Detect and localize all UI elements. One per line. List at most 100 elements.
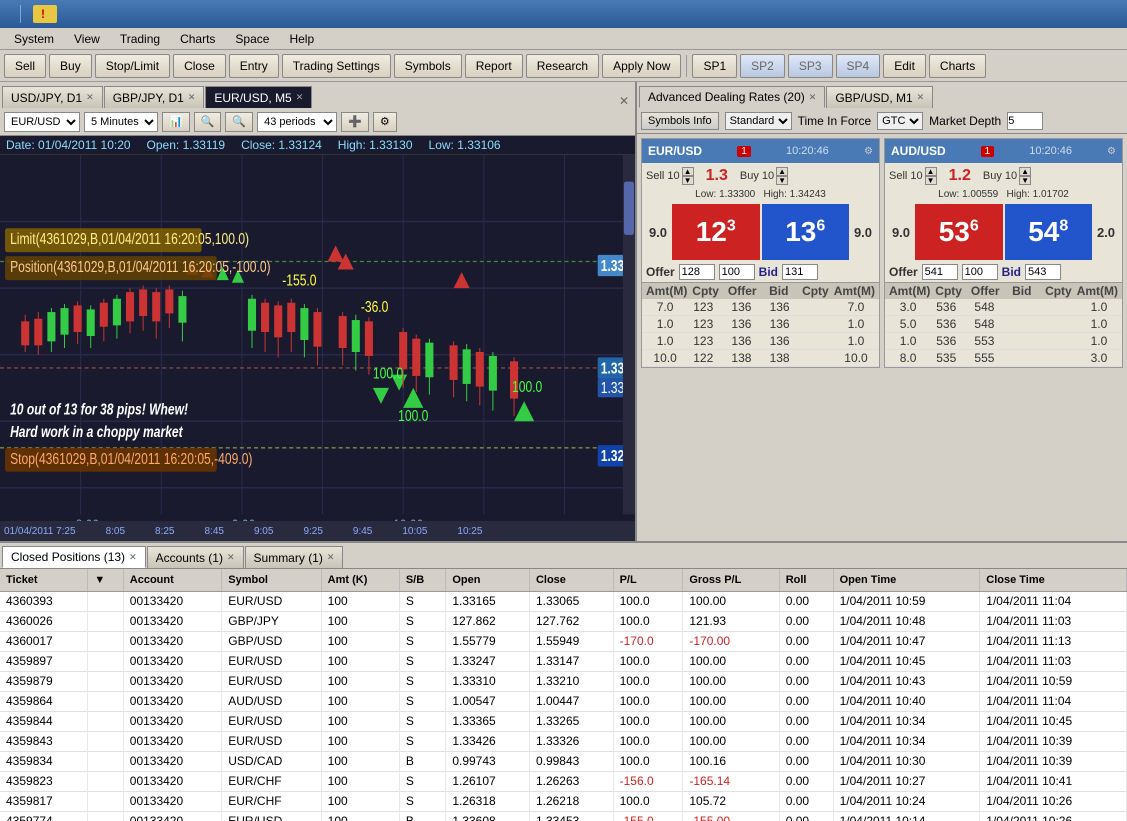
chart-type-btn[interactable]: 📊 — [162, 112, 190, 132]
menu-help[interactable]: Help — [279, 30, 324, 48]
audusd-buy-button[interactable]: 548 — [1005, 204, 1093, 260]
sp4-button[interactable]: SP4 — [836, 54, 881, 78]
close-rates-advanced[interactable]: ✕ — [809, 92, 817, 103]
col-gross-pl[interactable]: Gross P/L — [683, 569, 779, 591]
audusd-time: 10:20:46 — [1029, 145, 1072, 157]
close-rates-gbpusd[interactable]: ✕ — [917, 92, 925, 103]
gtc-select[interactable]: GTC — [877, 112, 923, 130]
col-roll[interactable]: Roll — [779, 569, 833, 591]
title-bar: ! — [0, 0, 1127, 28]
market-depth-input[interactable] — [1007, 112, 1043, 130]
table-row[interactable]: 435983400133420USD/CAD100B0.997430.99843… — [0, 751, 1127, 771]
menu-space[interactable]: Space — [225, 30, 279, 48]
table-row[interactable]: 435984400133420EUR/USD100S1.333651.33265… — [0, 711, 1127, 731]
chart-tab-gbpjpy[interactable]: GBP/JPY, D1 ✕ — [104, 86, 205, 108]
eurusd-settings-icon[interactable]: ⚙ — [864, 146, 873, 157]
tab-summary[interactable]: Summary (1) ✕ — [245, 546, 344, 568]
menu-view[interactable]: View — [64, 30, 110, 48]
col-pl[interactable]: P/L — [613, 569, 683, 591]
sp3-button[interactable]: SP3 — [788, 54, 833, 78]
close-button[interactable]: Close — [173, 54, 226, 78]
sp1-button[interactable]: SP1 — [692, 54, 737, 78]
col-account[interactable]: Account — [123, 569, 221, 591]
rates-tab-advanced[interactable]: Advanced Dealing Rates (20) ✕ — [639, 86, 825, 108]
menu-system[interactable]: System — [4, 30, 64, 48]
table-row[interactable]: 435982300133420EUR/CHF100S1.261071.26263… — [0, 771, 1127, 791]
table-row[interactable]: 435981700133420EUR/CHF100S1.263181.26218… — [0, 791, 1127, 811]
audusd-card: AUD/USD 1 10:20:46 ⚙ Sell 10 ▲ ▼ 1.2 — [884, 138, 1123, 368]
close-closed-positions-tab[interactable]: ✕ — [129, 552, 137, 563]
standard-select[interactable]: Standard — [725, 112, 792, 130]
sp2-button[interactable]: SP2 — [740, 54, 785, 78]
close-chart-usdjpy[interactable]: ✕ — [86, 92, 94, 103]
eurusd-sell-spinner[interactable]: ▲ ▼ — [682, 167, 694, 185]
table-row[interactable]: 436039300133420EUR/USD100S1.331651.33065… — [0, 591, 1127, 611]
chart-area[interactable]: 8:00 9:00 10:00 — [0, 155, 635, 541]
menu-trading[interactable]: Trading — [110, 30, 170, 48]
periods-select[interactable]: 43 periods — [257, 112, 337, 132]
research-button[interactable]: Research — [526, 54, 599, 78]
chart-config-btn[interactable]: ⚙ — [373, 112, 397, 132]
table-row[interactable]: 435977400133420EUR/USD100B1.336081.33453… — [0, 811, 1127, 821]
eurusd-depth-row: 1.01231361361.0 — [642, 316, 879, 333]
edit-button[interactable]: Edit — [883, 54, 926, 78]
audusd-settings-icon[interactable]: ⚙ — [1107, 146, 1116, 157]
timeframe-select[interactable]: 5 Minutes — [84, 112, 158, 132]
audusd-bid-input[interactable] — [1025, 264, 1061, 280]
close-accounts-tab[interactable]: ✕ — [227, 552, 235, 563]
stop-limit-button[interactable]: Stop/Limit — [95, 54, 170, 78]
col-amt[interactable]: Amt (K) — [321, 569, 399, 591]
eurusd-depth-row: 1.01231361361.0 — [642, 333, 879, 350]
close-chart-gbpjpy[interactable]: ✕ — [188, 92, 196, 103]
col-ticket[interactable]: Ticket — [0, 569, 88, 591]
svg-text:-155.0: -155.0 — [282, 272, 316, 290]
eurusd-buy-button[interactable]: 136 — [762, 204, 850, 260]
audusd-buy-spinner[interactable]: ▲ ▼ — [1019, 167, 1031, 185]
symbol-select[interactable]: EUR/USD — [4, 112, 80, 132]
tab-closed-positions[interactable]: Closed Positions (13) ✕ — [2, 546, 146, 568]
rates-tab-gbpusd[interactable]: GBP/USD, M1 ✕ — [826, 86, 933, 108]
table-row[interactable]: 435984300133420EUR/USD100S1.334261.33326… — [0, 731, 1127, 751]
sell-button[interactable]: Sell — [4, 54, 46, 78]
chart-zoom-in[interactable]: 🔍 — [194, 112, 222, 132]
col-symbol[interactable]: Symbol — [222, 569, 321, 591]
chart-close-all[interactable]: ✕ — [619, 94, 633, 108]
symbols-info-button[interactable]: Symbols Info — [641, 112, 719, 130]
col-sort[interactable]: ▼ — [88, 569, 123, 591]
buy-button[interactable]: Buy — [49, 54, 92, 78]
eurusd-offer-input[interactable] — [679, 264, 715, 280]
symbols-button[interactable]: Symbols — [394, 54, 462, 78]
charts-button[interactable]: Charts — [929, 54, 986, 78]
col-sb[interactable]: S/B — [399, 569, 445, 591]
table-row[interactable]: 436001700133420GBP/USD100S1.557791.55949… — [0, 631, 1127, 651]
entry-button[interactable]: Entry — [229, 54, 279, 78]
table-row[interactable]: 435986400133420AUD/USD100S1.005471.00447… — [0, 691, 1127, 711]
chart-add-btn[interactable]: ➕ — [341, 112, 369, 132]
menu-charts[interactable]: Charts — [170, 30, 225, 48]
report-button[interactable]: Report — [465, 54, 523, 78]
eurusd-bid-input[interactable] — [782, 264, 818, 280]
chart-tab-usdjpy[interactable]: USD/JPY, D1 ✕ — [2, 86, 103, 108]
col-close[interactable]: Close — [529, 569, 613, 591]
chart-tab-eurusd[interactable]: EUR/USD, M5 ✕ — [205, 86, 312, 108]
audusd-offer-input[interactable] — [922, 264, 958, 280]
eurusd-sell-button[interactable]: 123 — [672, 204, 760, 260]
audusd-amounts: Sell 10 ▲ ▼ 1.2 Buy 10 ▲ ▼ — [885, 163, 1122, 189]
close-summary-tab[interactable]: ✕ — [327, 552, 335, 563]
apply-now-button[interactable]: Apply Now — [602, 54, 681, 78]
close-chart-eurusd[interactable]: ✕ — [296, 92, 304, 103]
col-open-time[interactable]: Open Time — [833, 569, 980, 591]
col-close-time[interactable]: Close Time — [980, 569, 1127, 591]
table-row[interactable]: 435987900133420EUR/USD100S1.333101.33210… — [0, 671, 1127, 691]
audusd-sell-button[interactable]: 536 — [915, 204, 1003, 260]
trading-settings-button[interactable]: Trading Settings — [282, 54, 391, 78]
audusd-offer-size[interactable] — [962, 264, 998, 280]
chart-zoom-out[interactable]: 🔍 — [225, 112, 253, 132]
table-row[interactable]: 436002600133420GBP/JPY100S127.862127.762… — [0, 611, 1127, 631]
table-row[interactable]: 435989700133420EUR/USD100S1.332471.33147… — [0, 651, 1127, 671]
eurusd-offer-size[interactable] — [719, 264, 755, 280]
audusd-sell-spinner[interactable]: ▲ ▼ — [925, 167, 937, 185]
eurusd-buy-spinner[interactable]: ▲ ▼ — [776, 167, 788, 185]
col-open[interactable]: Open — [446, 569, 530, 591]
tab-accounts[interactable]: Accounts (1) ✕ — [147, 546, 244, 568]
